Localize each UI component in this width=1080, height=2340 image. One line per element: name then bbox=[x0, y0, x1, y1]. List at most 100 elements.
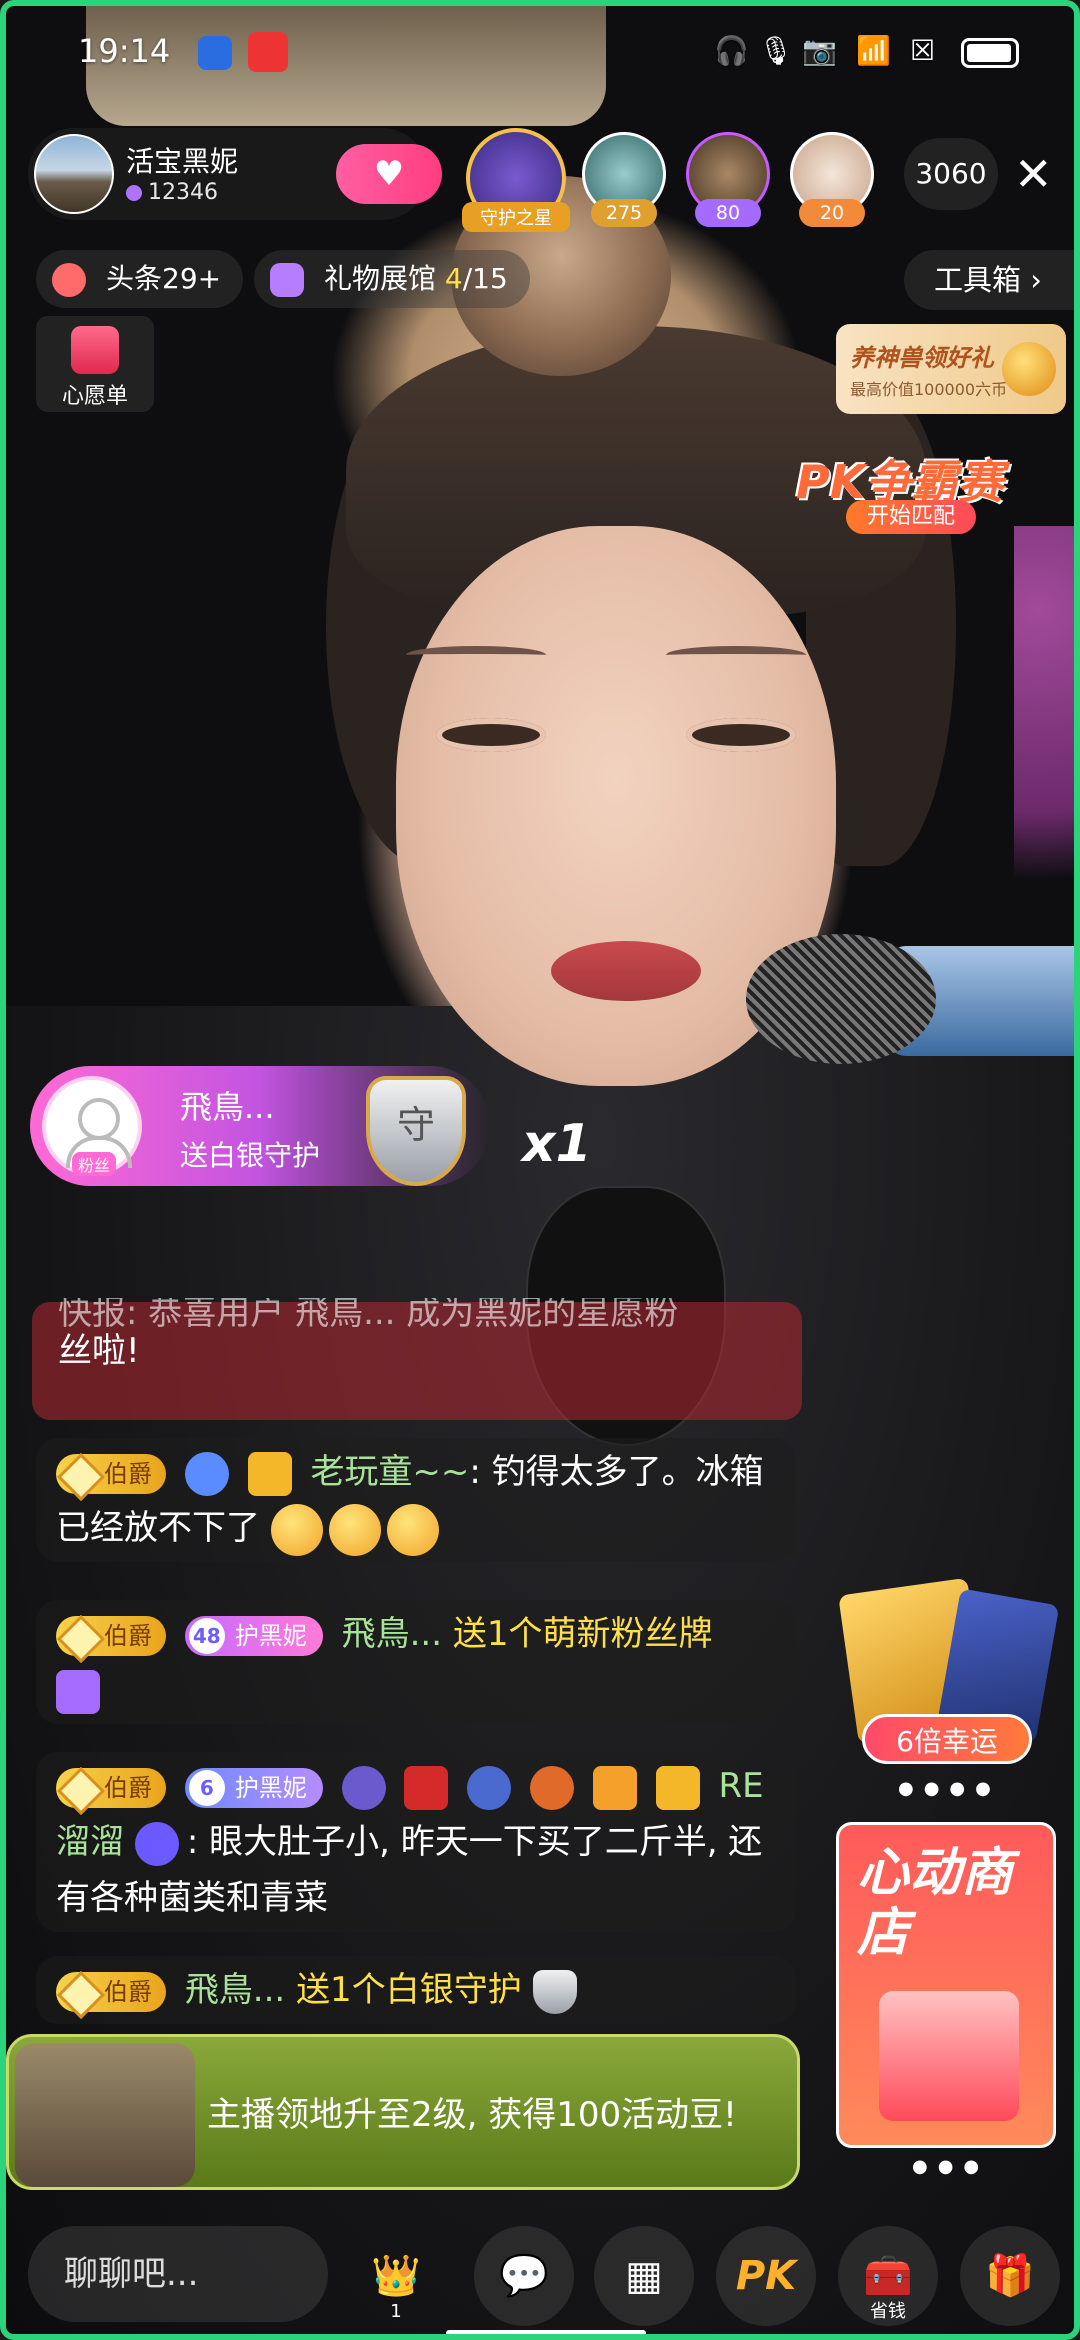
chat-message[interactable]: 伯爵 48 护黑妮 飛鳥... 送1个萌新粉丝牌 bbox=[36, 1600, 796, 1724]
chat-username[interactable]: 飛鳥... bbox=[342, 1614, 442, 1654]
gift-gallery-chip[interactable]: 礼物展馆 4/15 bbox=[254, 250, 530, 308]
wishlist-button[interactable]: 心愿单 bbox=[36, 316, 154, 412]
gift-box-icon bbox=[879, 1991, 1019, 2121]
lucky-cards-widget[interactable]: 6倍幸运 bbox=[838, 1576, 1068, 1776]
follow-button[interactable]: ♥ bbox=[336, 144, 442, 204]
viewer-rank-badge: 80 bbox=[695, 199, 761, 227]
medal-icon bbox=[530, 1765, 575, 1810]
chest-label: 省钱 bbox=[870, 2301, 906, 2322]
notice-text: 主播领地升至2级, 获得100活动豆! bbox=[207, 2095, 737, 2135]
treasure-chest-button[interactable]: 🧰 省钱 bbox=[838, 2226, 938, 2326]
laughing-emoji-icon bbox=[270, 1503, 323, 1556]
medal-icon bbox=[467, 1765, 512, 1810]
chat-username[interactable]: 飛鳥... bbox=[185, 1970, 285, 2010]
home-indicator bbox=[446, 2330, 646, 2334]
fan-club-name: 护黑妮 bbox=[234, 1621, 307, 1650]
chat-message[interactable]: 伯爵 6 护黑妮 RE溜溜 : 眼大肚子小, 昨天一下买了二斤半, 还有各种菌类和… bbox=[36, 1752, 796, 1932]
level-badge: 伯爵 bbox=[56, 1971, 166, 2012]
microphone bbox=[746, 916, 1074, 1076]
territory-notice: 主播领地升至2级, 获得100活动豆! bbox=[6, 2034, 800, 2190]
right-brow bbox=[666, 646, 806, 664]
system-text: 快报: 恭喜用户 飛鳥... 成为黑妮的星愿粉 bbox=[58, 1298, 679, 1328]
chat-message[interactable]: 伯爵 飛鳥... 送1个白银守护 bbox=[36, 1956, 796, 2024]
toolbox-label: 工具箱 bbox=[934, 263, 1022, 297]
gallery-current: 4 bbox=[444, 262, 463, 295]
top-viewer-avatar[interactable]: 20 bbox=[790, 132, 874, 227]
gift-desc: 送白银守护 bbox=[180, 1139, 321, 1172]
chat-message[interactable]: 伯爵 老玩童~~: 钓得太多了。冰箱已经放不下了 bbox=[36, 1438, 796, 1562]
viewer-rank-badge: 275 bbox=[591, 199, 657, 227]
sim-icon: ☒ bbox=[910, 34, 936, 67]
promo-banner[interactable]: 养神兽领好礼 最高价值100000六币 bbox=[836, 324, 1066, 414]
fan-level: 48 bbox=[188, 1617, 225, 1654]
chevron-right-icon: › bbox=[1030, 263, 1042, 297]
headphones-icon: 🎧 bbox=[714, 34, 749, 67]
top-viewer-avatar[interactable]: 80 bbox=[686, 132, 770, 227]
pk-button[interactable]: PK bbox=[716, 2226, 816, 2326]
host-name: 活宝黑妮 bbox=[126, 145, 239, 178]
laughing-emoji-icon bbox=[328, 1503, 381, 1556]
host-avatar[interactable] bbox=[34, 134, 114, 214]
fire-icon bbox=[52, 263, 86, 297]
left-eye bbox=[436, 718, 546, 752]
newbie-badge-icon bbox=[56, 1669, 100, 1714]
promo-subtitle: 最高价值100000六币 bbox=[850, 380, 1008, 399]
chat-text: 送1个白银守护 bbox=[296, 1970, 522, 2010]
fan-club-badge: 6 护黑妮 bbox=[184, 1767, 323, 1808]
chat-input[interactable]: 聊聊吧... bbox=[28, 2226, 328, 2322]
seat-badge: 1 bbox=[390, 2301, 402, 2322]
gift-icon bbox=[270, 263, 304, 297]
fan-level: 6 bbox=[188, 1769, 225, 1806]
chat-bubble-icon[interactable]: 💬 bbox=[474, 2226, 574, 2326]
microphone-icon: 🎙 bbox=[758, 34, 794, 67]
live-stream-screen: 19:14 🎧 🎙 📷 📶 ☒ 活宝黑妮 12346 ♥ 守护之星 275 80… bbox=[0, 0, 1080, 2340]
lucky-label: 6倍幸运 bbox=[862, 1714, 1032, 1764]
app-notification-icon bbox=[248, 32, 288, 72]
system-text-2: 丝啦! bbox=[58, 1331, 140, 1371]
bottom-bar: 聊聊吧... 👑 1 💬 ▦ PK 🧰 省钱 🎁 bbox=[6, 2206, 1074, 2334]
user-badge-icon bbox=[655, 1765, 700, 1810]
gallery-label: 礼物展馆 bbox=[324, 262, 437, 295]
fan-club-badge: 48 护黑妮 bbox=[184, 1615, 323, 1656]
system-announcement: 快报: 恭喜用户 飛鳥... 成为黑妮的星愿粉 丝啦! bbox=[32, 1298, 802, 1420]
battery-icon bbox=[961, 38, 1019, 68]
store-title: 心动商店 bbox=[857, 1843, 1014, 1963]
lips bbox=[551, 941, 701, 1001]
gallery-total: /15 bbox=[462, 262, 508, 295]
promo-title: 养神兽领好礼 bbox=[850, 344, 994, 372]
castle-image bbox=[15, 2043, 195, 2187]
silver-shield-icon bbox=[532, 1969, 577, 2014]
guard-star-label: 守护之星 bbox=[462, 202, 570, 232]
headlines-label: 头条29+ bbox=[106, 262, 222, 295]
left-brow bbox=[406, 646, 546, 664]
headlines-chip[interactable]: 头条29+ bbox=[36, 250, 244, 308]
medal-icon bbox=[404, 1765, 449, 1810]
pk-match-button[interactable]: 开始匹配 bbox=[846, 500, 976, 534]
chat-username[interactable]: 老玩童~~ bbox=[310, 1452, 469, 1492]
heart-store-banner[interactable]: 心动商店 bbox=[836, 1822, 1056, 2148]
close-icon[interactable]: ✕ bbox=[1014, 146, 1053, 202]
wifi-icon: 📶 bbox=[856, 34, 891, 67]
heart-badge-icon bbox=[184, 1451, 229, 1496]
gift-count: x1 bbox=[522, 1114, 592, 1174]
apps-grid-icon[interactable]: ▦ bbox=[594, 2226, 694, 2326]
right-eye bbox=[686, 718, 796, 752]
medal-icon bbox=[592, 1765, 637, 1810]
seat-avatar-button[interactable]: 👑 1 bbox=[346, 2226, 446, 2326]
top-viewer-avatar[interactable]: 275 bbox=[582, 132, 666, 227]
host-info[interactable]: 活宝黑妮 12346 ♥ bbox=[28, 128, 442, 220]
toolbox-button[interactable]: 工具箱 › bbox=[904, 250, 1074, 310]
level-badge: 伯爵 bbox=[56, 1767, 166, 1808]
fan-tag: 粉丝 bbox=[72, 1152, 117, 1176]
viewer-count[interactable]: 3060 bbox=[904, 138, 998, 210]
flowers-decoration bbox=[1014, 526, 1074, 946]
wishlist-icon bbox=[71, 326, 119, 374]
pk-battle-banner[interactable]: PK争霸赛 开始匹配 bbox=[796, 446, 1016, 536]
carousel-dots: ●●● bbox=[912, 2156, 990, 2177]
host-id: 12346 bbox=[126, 180, 218, 205]
medal-icon bbox=[341, 1765, 386, 1810]
guard-star-badge[interactable]: 守护之星 bbox=[462, 128, 570, 232]
viewer-rank-badge: 20 bbox=[799, 199, 865, 227]
coin-icon bbox=[1002, 342, 1056, 396]
gift-button[interactable]: 🎁 bbox=[960, 2226, 1060, 2326]
